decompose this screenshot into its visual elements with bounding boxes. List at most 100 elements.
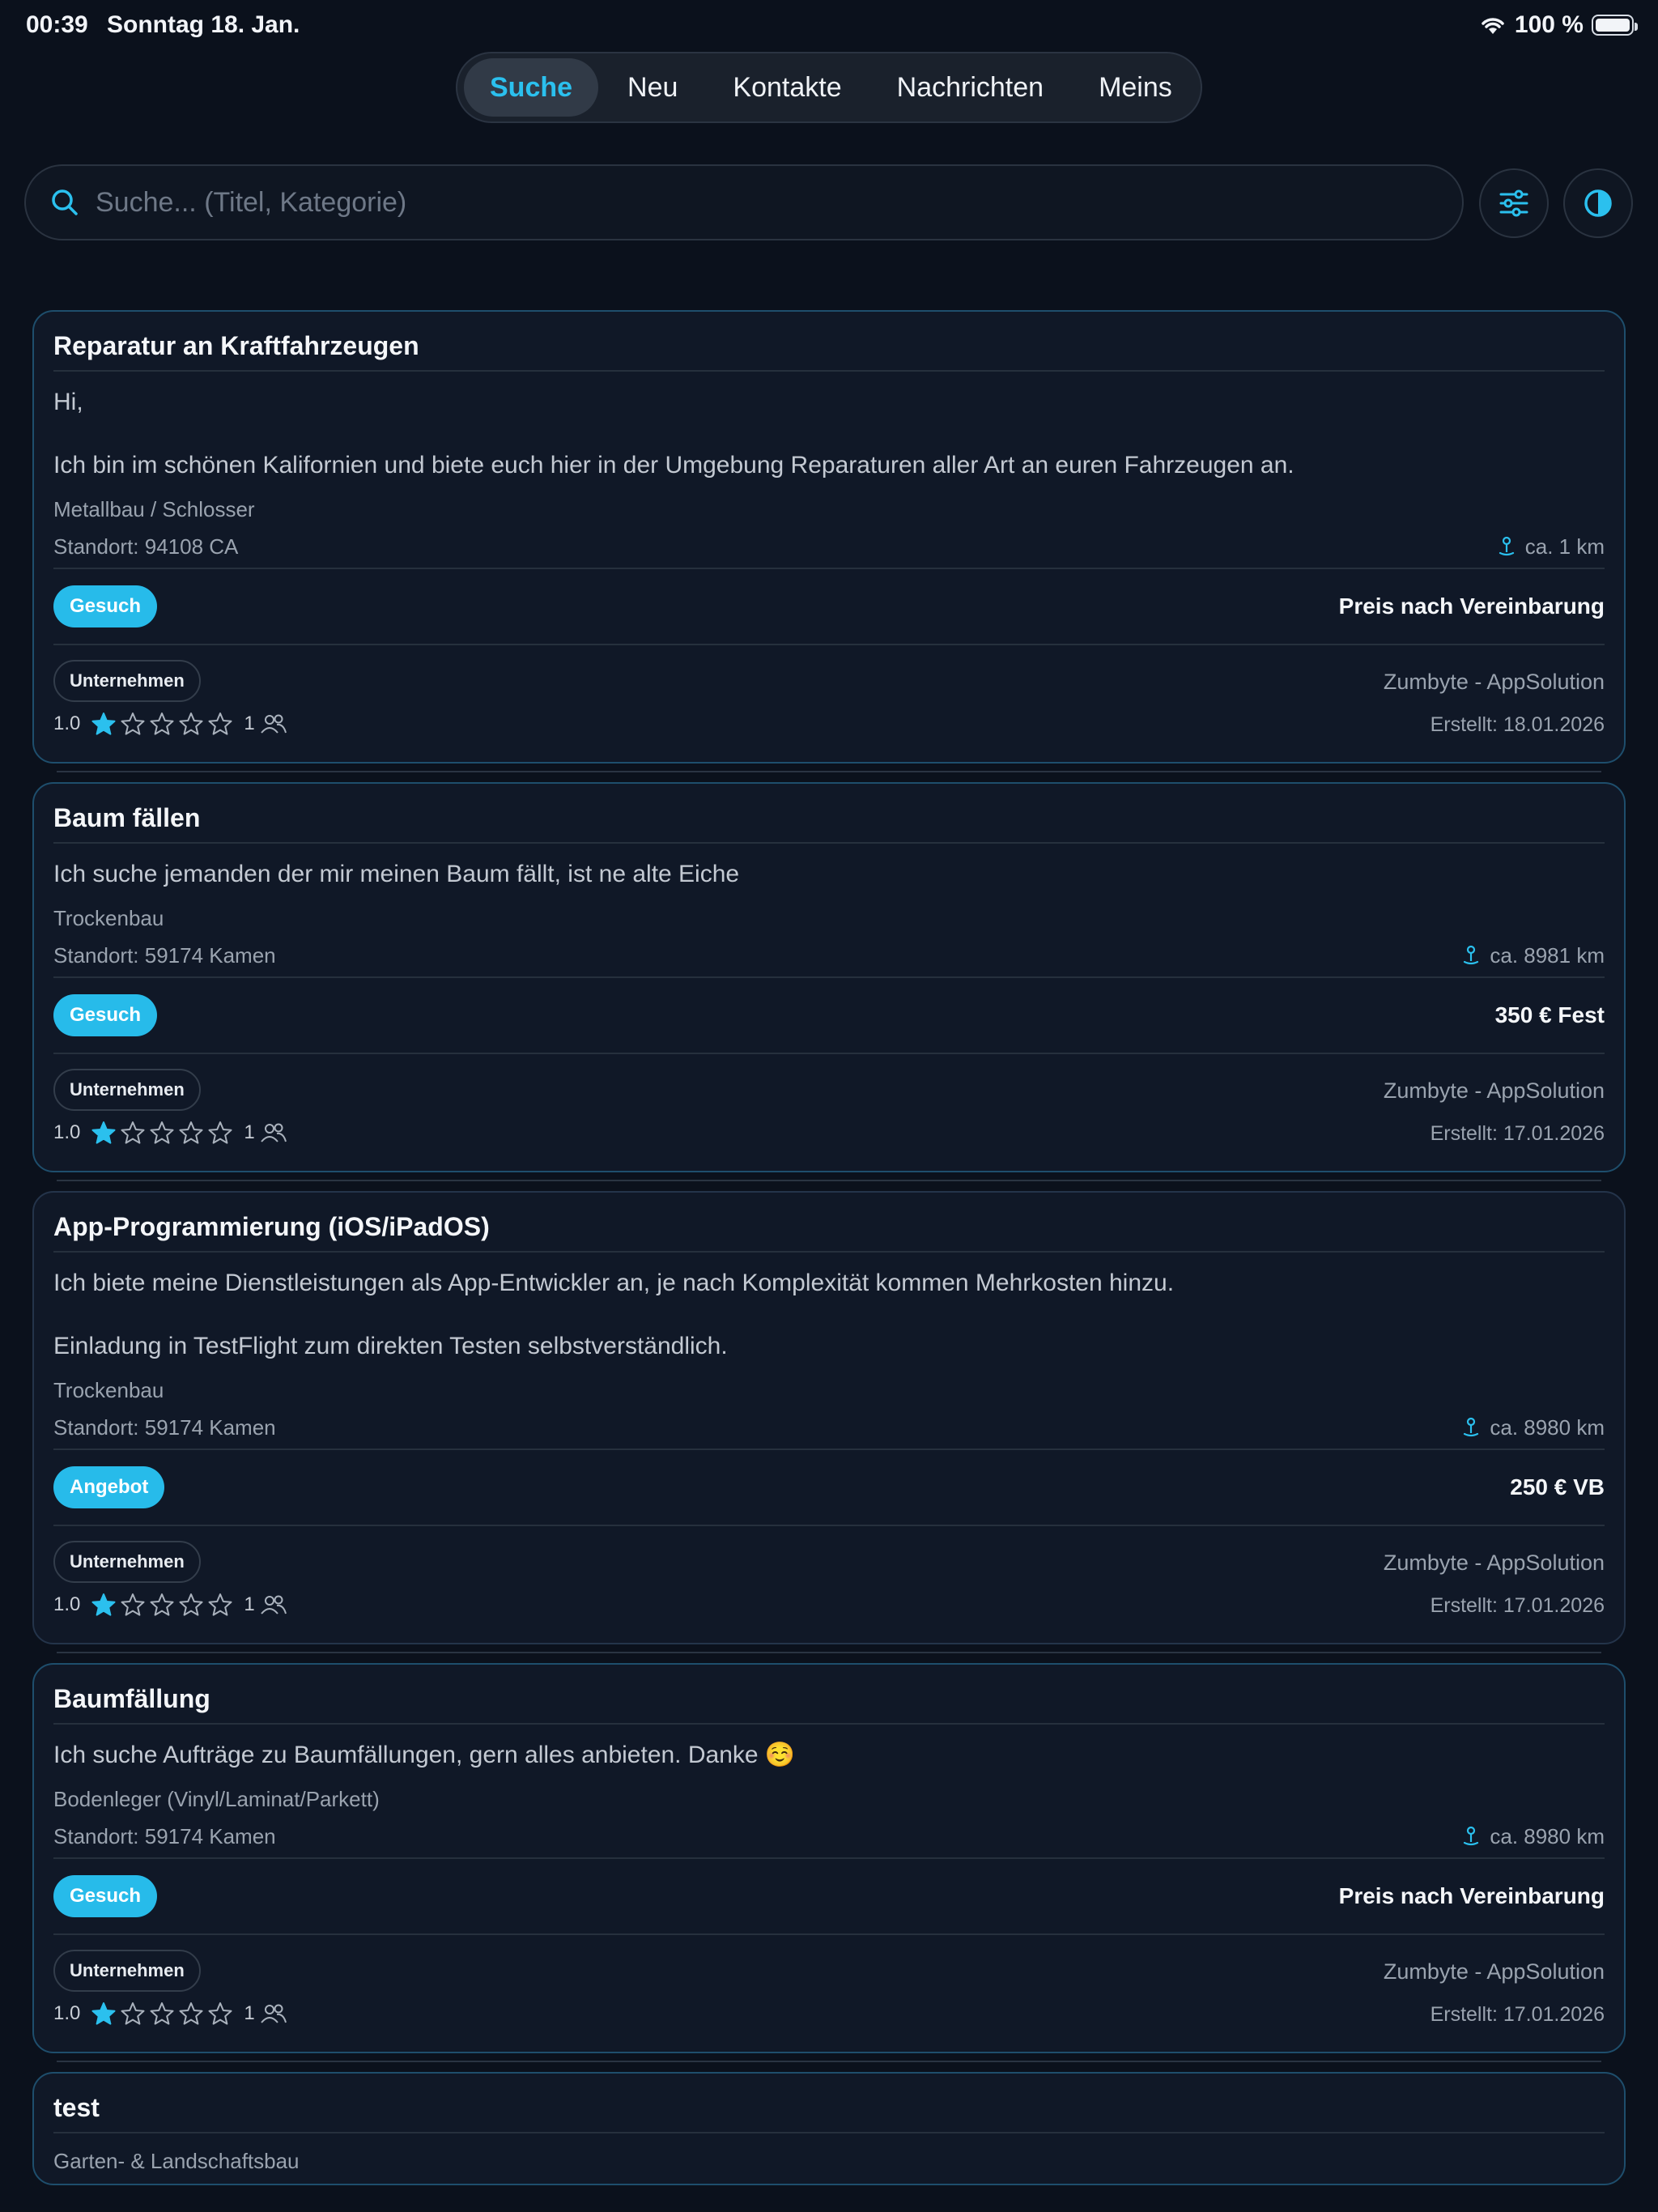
rating: 1.0 1 (53, 1593, 287, 1617)
account-type-badge: Unternehmen (53, 1950, 201, 1992)
listing-category: Garten- & Landschaftsbau (53, 2149, 300, 2173)
description-paragraph: Ich bin im schönen Kalifornien und biete… (53, 452, 1295, 479)
tab-bar: Suche Neu Kontakte Nachrichten Meins (456, 52, 1202, 123)
search-input[interactable] (96, 186, 1391, 219)
star-outline-icon (208, 1593, 232, 1616)
battery-percent: 100 % (1514, 11, 1584, 38)
people-icon (260, 1595, 287, 1614)
title-divider (53, 2132, 1605, 2133)
rating-value: 1.0 (53, 713, 81, 734)
location-row: Standort: 59174 Kamen ca. 8981 km (53, 934, 1605, 976)
distance-value: ca. 1 km (1524, 534, 1605, 559)
card-separator (57, 1180, 1601, 1181)
star-filled-icon (91, 713, 116, 735)
card-separator (57, 2061, 1601, 2062)
listing-card[interactable]: Reparatur an Kraftfahrzeugen Hi, Ich bin i… (32, 310, 1626, 764)
listing-card[interactable]: test Garten- & Landschaftsbau (32, 2072, 1626, 2185)
listing-description: Ich biete meine Dienstleistungen als App… (53, 1253, 1605, 1363)
listing-card[interactable]: App-Programmierung (iOS/iPadOS) Ich biete… (32, 1191, 1626, 1644)
listing-description: Ich suche Aufträge zu Baumfällungen, ger… (53, 1725, 1605, 1772)
type-price-row: Gesuch Preis nach Vereinbarung (53, 569, 1605, 644)
listing-price: 350 € Fest (1494, 1002, 1605, 1027)
star-outline-icon (208, 713, 232, 735)
distance: ca. 1 km (1498, 534, 1605, 559)
listing-description: Ich suche jemanden der mir meinen Baum f… (53, 844, 1605, 891)
description-paragraph: Ich suche Aufträge zu Baumfällungen, ger… (53, 1742, 796, 1768)
battery-icon (1592, 15, 1638, 36)
star-outline-icon (150, 1121, 174, 1144)
distance: ca. 8980 km (1462, 1824, 1605, 1849)
people-icon (260, 1123, 287, 1142)
listing-meta: Unternehmen Zumbyte - AppSolution 1.0 1 Erst… (53, 645, 1605, 762)
listing-category: Trockenbau (53, 1378, 164, 1402)
star-outline-icon (150, 2002, 174, 2025)
type-price-row: Gesuch Preis nach Vereinbarung (53, 1859, 1605, 1933)
tab-meins[interactable]: Meins (1073, 58, 1198, 117)
listing-price: Preis nach Vereinbarung (1338, 1883, 1605, 1908)
listing-title: Baumfällung (53, 1684, 210, 1713)
created-date: Erstellt: 17.01.2026 (1430, 1122, 1605, 1145)
people-icon (260, 714, 287, 734)
star-outline-icon (208, 1121, 232, 1144)
listing-title: App-Programmierung (iOS/iPadOS) (53, 1212, 490, 1241)
search-icon (52, 189, 78, 215)
tab-neu[interactable]: Neu (602, 58, 704, 117)
card-separator (57, 771, 1601, 772)
filter-button[interactable] (1479, 168, 1549, 238)
status-date: Sonntag 18. Jan. (107, 11, 300, 38)
card-separator (57, 1652, 1601, 1653)
star-outline-icon (121, 1121, 145, 1144)
sliders-icon (1499, 189, 1528, 217)
star-outline-icon (150, 713, 174, 735)
account-type-badge: Unternehmen (53, 1069, 201, 1111)
tab-nachrichten[interactable]: Nachrichten (871, 58, 1069, 117)
contrast-icon (1584, 189, 1612, 217)
location-row: Standort: 94108 CA ca. 1 km (53, 525, 1605, 568)
seller-name[interactable]: Zumbyte - AppSolution (1384, 670, 1605, 695)
description-paragraph: Ich suche jemanden der mir meinen Baum f… (53, 861, 740, 887)
theme-toggle-button[interactable] (1563, 168, 1633, 238)
listing-meta: Unternehmen Zumbyte - AppSolution 1.0 1 Erst… (53, 1054, 1605, 1171)
listing-category: Metallbau / Schlosser (53, 497, 255, 521)
seller-name[interactable]: Zumbyte - AppSolution (1384, 1078, 1605, 1104)
star-outline-icon (179, 2002, 203, 2025)
listing-location: Standort: 59174 Kamen (53, 1414, 276, 1440)
distance: ca. 8981 km (1462, 943, 1605, 968)
tab-kontakte[interactable]: Kontakte (707, 58, 867, 117)
status-right: 100 % (1479, 11, 1638, 39)
tab-suche[interactable]: Suche (464, 58, 599, 117)
location-row: Standort: 59174 Kamen ca. 8980 km (53, 1815, 1605, 1857)
listing-card[interactable]: Baumfällung Ich suche Aufträge zu Baumfäl… (32, 1663, 1626, 2053)
review-count: 1 (244, 713, 255, 734)
listing-description: Hi, Ich bin im schönen Kalifornien und bi… (53, 372, 1605, 482)
seller-name[interactable]: Zumbyte - AppSolution (1384, 1551, 1605, 1576)
listing-card[interactable]: Baum fällen Ich suche jemanden der mir me… (32, 782, 1626, 1172)
distance-value: ca. 8980 km (1490, 1414, 1605, 1440)
type-price-row: Angebot 250 € VB (53, 1450, 1605, 1525)
listing-category: Bodenleger (Vinyl/Laminat/Parkett) (53, 1787, 380, 1811)
location-pin-icon (1464, 1826, 1479, 1846)
description-paragraph: Einladung in TestFlight zum direkten Tes… (53, 1333, 728, 1359)
listing-meta: Unternehmen Zumbyte - AppSolution 1.0 1 Erst… (53, 1526, 1605, 1643)
location-pin-icon (1464, 945, 1479, 965)
star-outline-icon (121, 1593, 145, 1616)
review-count: 1 (244, 2002, 255, 2024)
listing-title: Reparatur an Kraftfahrzeugen (53, 331, 419, 360)
review-count: 1 (244, 1593, 255, 1615)
location-row: Standort: 59174 Kamen ca. 8980 km (53, 1406, 1605, 1448)
type-badge: Gesuch (53, 585, 158, 627)
star-filled-icon (91, 2002, 116, 2025)
star-outline-icon (150, 1593, 174, 1616)
type-badge: Gesuch (53, 1875, 158, 1917)
listing-list: Reparatur an Kraftfahrzeugen Hi, Ich bin i… (32, 310, 1626, 2185)
listing-location: Standort: 59174 Kamen (53, 1823, 276, 1848)
seller-name[interactable]: Zumbyte - AppSolution (1384, 1959, 1605, 1984)
star-outline-icon (179, 1121, 203, 1144)
description-paragraph: Ich biete meine Dienstleistungen als App… (53, 1270, 1175, 1296)
rating: 1.0 1 (53, 2001, 287, 2026)
star-outline-icon (121, 713, 145, 735)
search-bar[interactable] (24, 164, 1464, 240)
type-badge: Gesuch (53, 994, 158, 1036)
type-price-row: Gesuch 350 € Fest (53, 978, 1605, 1053)
listing-meta: Unternehmen Zumbyte - AppSolution 1.0 1 Erst… (53, 1935, 1605, 2052)
